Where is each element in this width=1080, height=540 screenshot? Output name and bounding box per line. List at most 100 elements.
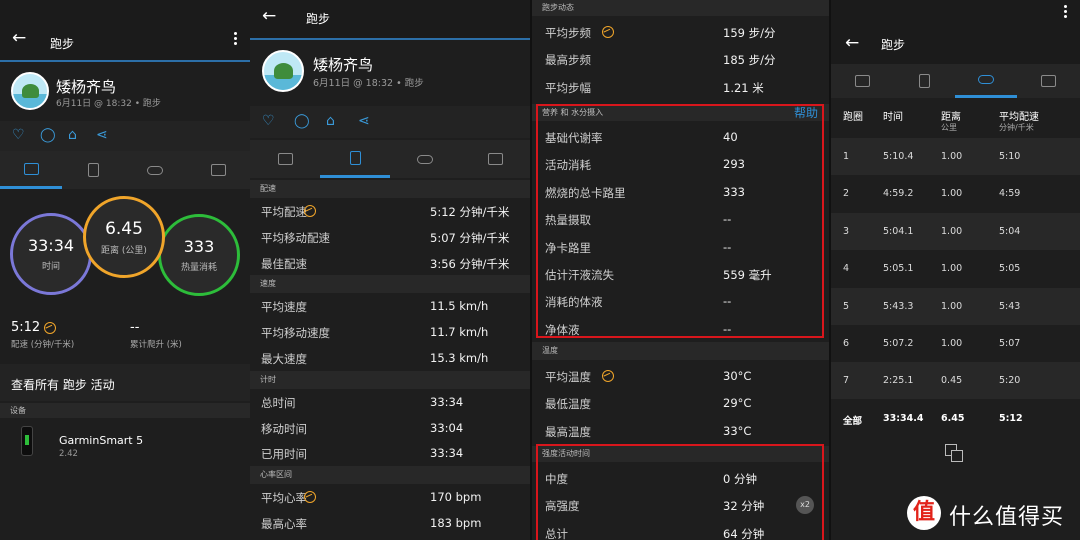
lap-lap-cell: 7 — [843, 375, 850, 387]
tab-stats[interactable] — [320, 140, 390, 178]
watermark-logo: 值 什么值得买 — [907, 496, 1072, 530]
gauge-icon[interactable] — [304, 491, 316, 504]
action-bar: ♡ ◯ ⌂ ⋖ — [250, 106, 530, 138]
camera-icon[interactable]: ⌂ — [68, 127, 77, 143]
tab-stats[interactable] — [62, 151, 124, 189]
stat-value: 33:34 — [430, 446, 464, 461]
more-options-icon[interactable] — [234, 32, 238, 47]
tab-charts[interactable] — [1017, 64, 1080, 98]
overview-icon — [23, 162, 39, 175]
lap-time-cell: 5:04.1 — [883, 225, 914, 237]
share-icon[interactable]: ⋖ — [96, 127, 108, 143]
share-icon[interactable]: ⋖ — [358, 113, 370, 129]
lap-lap-cell: 5 — [843, 300, 850, 312]
lap-row[interactable]: 7 2:25.1 0.45 5:20 — [831, 362, 1080, 400]
lap-dist-cell: 1.00 — [941, 300, 963, 312]
detail-row: 平均温度 30°C — [532, 363, 829, 389]
section-header: 温度 — [532, 342, 829, 360]
section-header: 速度 — [250, 275, 530, 294]
like-icon[interactable]: ♡ — [12, 127, 25, 143]
detail-label: 平均温度 — [545, 370, 591, 384]
copy-icon[interactable] — [945, 444, 965, 462]
detail-label: 最高步频 — [545, 53, 591, 68]
chart-icon — [487, 153, 503, 165]
devices-header: 设备 — [0, 403, 250, 418]
camera-icon[interactable]: ⌂ — [326, 113, 335, 129]
tab-charts[interactable] — [460, 140, 530, 178]
tab-overview[interactable] — [831, 64, 893, 98]
lap-row[interactable]: 5 5:43.3 1.00 5:43 — [831, 287, 1080, 325]
gauge-icon[interactable] — [602, 370, 614, 382]
screen-title: 跑步 — [50, 37, 75, 51]
device-version: 2.42 — [59, 449, 78, 459]
lap-row[interactable]: 2 4:59.2 1.00 4:59 — [831, 175, 1080, 212]
lap-dist-cell: 1.00 — [941, 225, 963, 237]
screen-title: 跑步 — [881, 38, 906, 52]
laps-icon — [417, 154, 433, 164]
lap-row[interactable]: 6 5:07.2 1.00 5:07 — [831, 325, 1080, 362]
stat-label: 平均移动速度 — [261, 326, 330, 341]
detail-value: 33°C — [723, 423, 752, 438]
section-header: 配速 — [250, 180, 530, 198]
detail-value: 30°C — [723, 369, 752, 383]
lap-lap-cell: 4 — [843, 263, 850, 275]
details-panel: 跑步动态 平均步频 159 步/分 最高步频 185 步/分 平均步幅 1.21 米营养 和… — [532, 0, 829, 540]
ascent-stat: -- 累计爬升 (米) — [130, 320, 182, 350]
help-link[interactable]: 帮助 — [794, 104, 818, 121]
ascent-label: 累计爬升 (米) — [130, 340, 182, 350]
stat-label: 最佳配速 — [261, 256, 307, 271]
action-bar: ♡ ◯ ⌂ ⋖ — [0, 121, 250, 151]
tab-overview[interactable] — [0, 151, 62, 189]
stat-label: 平均速度 — [261, 300, 307, 315]
back-arrow-icon[interactable]: ← — [262, 8, 278, 25]
stat-label: 最高心率 — [261, 517, 307, 531]
stat-row: 平均移动速度 11.7 km/h — [250, 319, 530, 345]
more-options-icon[interactable] — [1064, 5, 1068, 20]
stat-value: 33:34 — [430, 394, 464, 409]
ascent-value: -- — [130, 320, 140, 335]
tab-laps[interactable] — [955, 64, 1017, 98]
detail-value: 159 步/分 — [723, 26, 776, 40]
lap-row[interactable]: 1 5:10.4 1.00 5:10 — [831, 138, 1080, 175]
gauge-icon[interactable] — [602, 26, 614, 38]
detail-label: 最高温度 — [545, 424, 591, 439]
lap-pace-cell: 5:07 — [999, 338, 1021, 349]
user-name: 矮杨齐鸟 — [313, 56, 374, 74]
tab-laps[interactable] — [124, 151, 186, 189]
stat-row: 最大速度 15.3 km/h — [250, 345, 530, 371]
gauge-icon[interactable] — [44, 321, 57, 334]
section-header: 跑步动态 — [532, 0, 829, 16]
laps-total-row[interactable]: 全部 33:34.4 6.45 5:12 — [831, 400, 1080, 437]
chart-icon — [1041, 75, 1056, 87]
tab-charts[interactable] — [186, 151, 250, 189]
stat-label: 平均移动配速 — [261, 230, 330, 245]
laps-table: 1 5:10.4 1.00 5:10 2 4:59.2 1.00 4:59 3 5:04.1 1.0… — [831, 138, 1080, 438]
comment-icon[interactable]: ◯ — [294, 113, 310, 129]
view-all-activities[interactable]: 查看所有 跑步 活动 — [0, 364, 250, 401]
document-icon — [87, 163, 99, 177]
detail-label: 最低温度 — [545, 397, 591, 412]
back-arrow-icon[interactable]: ← — [845, 35, 861, 52]
section-header: 心率区间 — [250, 466, 530, 485]
user-name: 矮杨齐鸟 — [56, 78, 117, 96]
stats-list: 配速 平均配速 5:12 分钟/千米 平均移动配速 5:07 分钟/千米 最佳配速 3:56… — [250, 180, 530, 540]
lap-column-header: 跑圈 — [843, 112, 863, 123]
tab-overview[interactable] — [250, 140, 320, 178]
stat-value: 170 bpm — [430, 490, 482, 505]
device-row[interactable]: GarminSmart 5 2.42 — [0, 418, 250, 468]
lap-time-cell: 2:25.1 — [883, 375, 914, 387]
back-arrow-icon[interactable]: ← — [12, 30, 28, 47]
tab-stats[interactable] — [893, 64, 955, 98]
gauge-icon[interactable] — [304, 205, 316, 217]
activity-header: 矮杨齐鸟 6月11日 @ 18:32 • 跑步 — [0, 64, 250, 120]
like-icon[interactable]: ♡ — [262, 113, 275, 129]
pace-label: 配速 (分钟/千米) — [11, 340, 75, 350]
chart-icon — [210, 164, 226, 176]
stat-row: 平均心率 170 bpm — [250, 484, 530, 510]
lap-row[interactable]: 3 5:04.1 1.00 5:04 — [831, 212, 1080, 250]
stat-value: 3:56 分钟/千米 — [430, 256, 510, 271]
lap-row[interactable]: 4 5:05.1 1.00 5:05 — [831, 250, 1080, 287]
comment-icon[interactable]: ◯ — [40, 127, 56, 143]
tab-bar — [250, 140, 530, 178]
tab-laps[interactable] — [390, 140, 460, 178]
